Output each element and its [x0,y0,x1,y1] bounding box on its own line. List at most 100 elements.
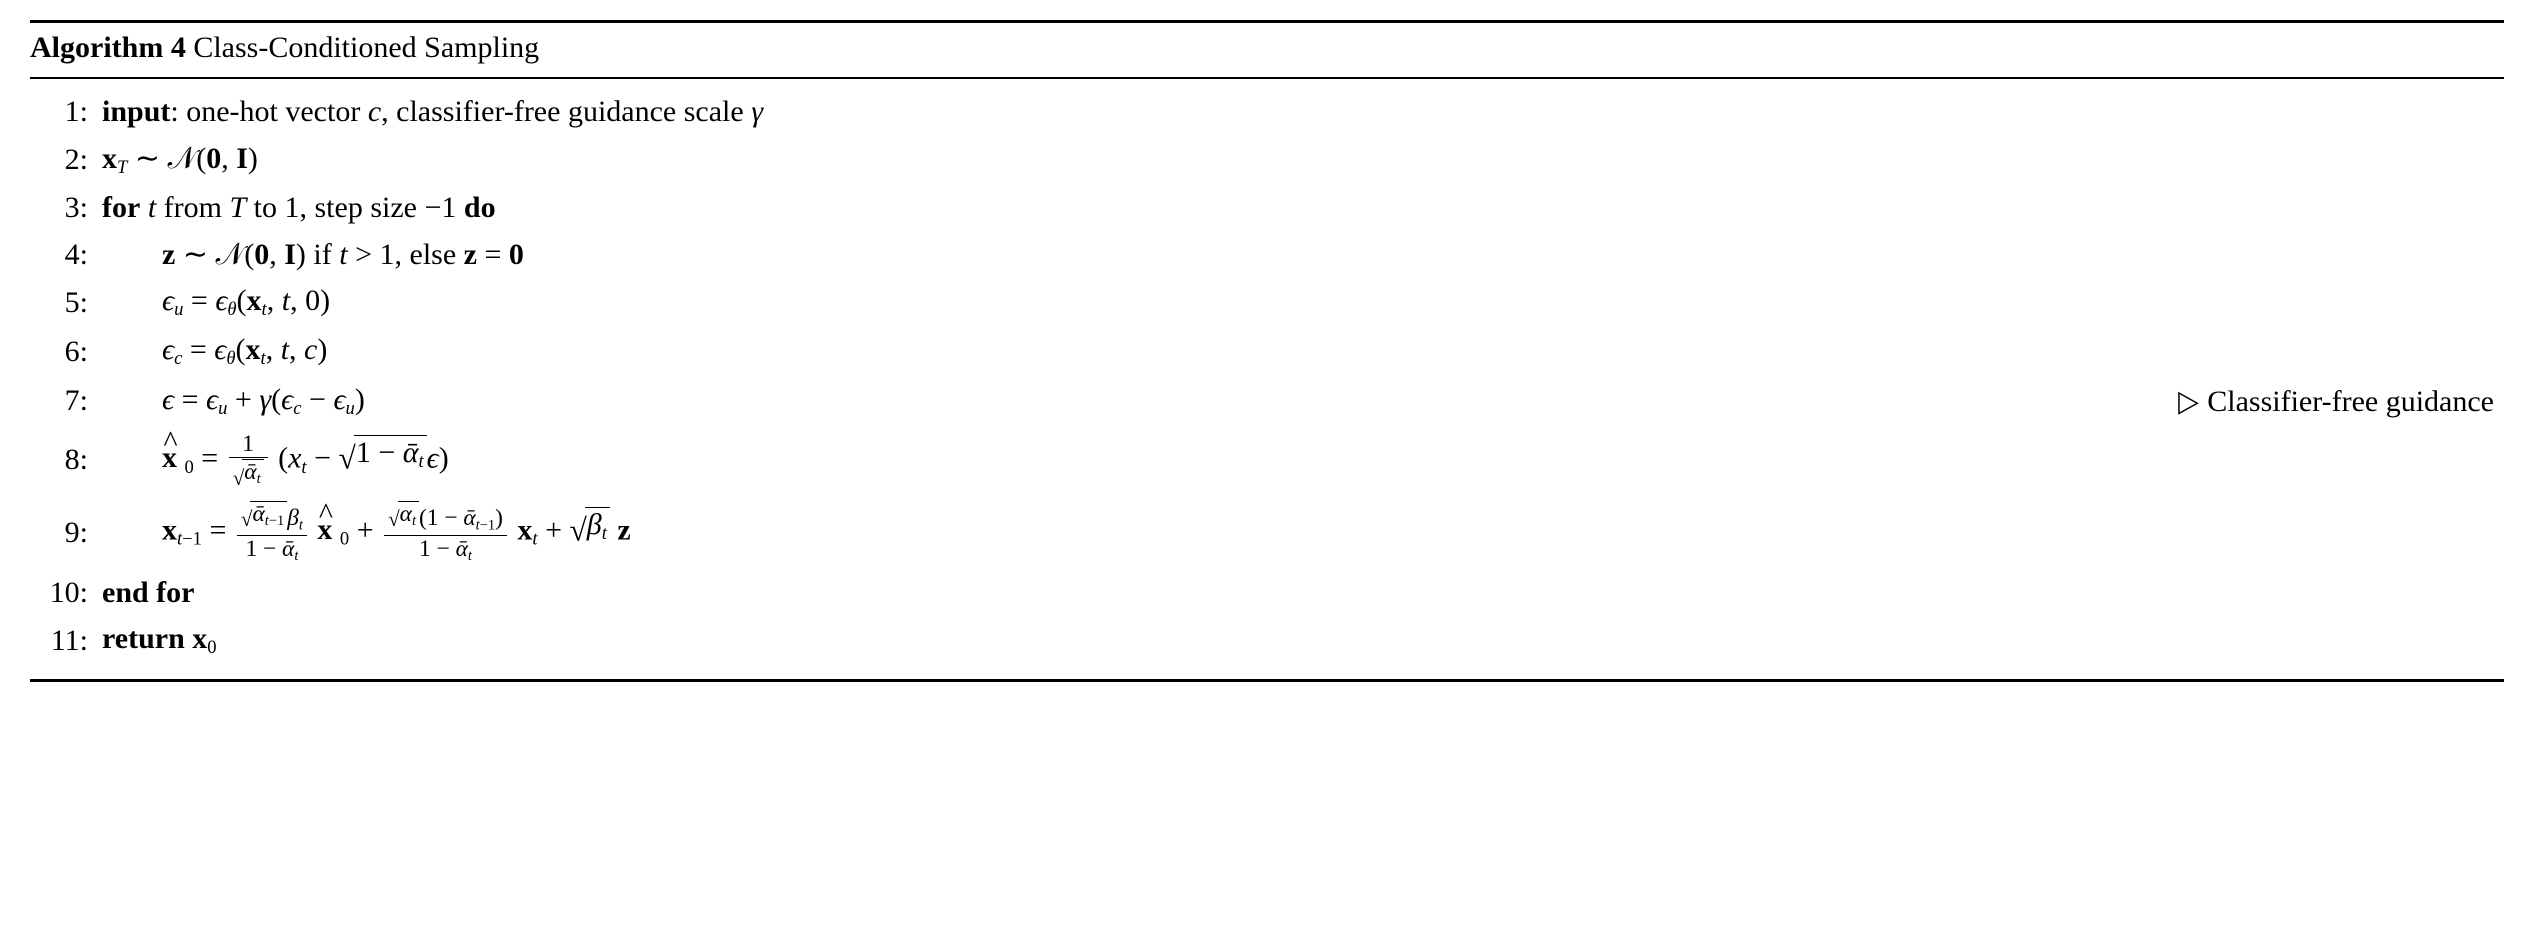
sym-N: 𝒩 [167,142,196,175]
hat-icon: ^ [164,425,178,459]
sym-x: x [102,142,117,175]
algo-line: 7: ϵ = ϵu + γ(ϵc − ϵu) ▷ Classifier-free… [30,377,2504,426]
line-content: for t from T to 1, step size −1 do [94,185,1712,231]
line-content: xT ∼ 𝒩(0, I) [94,135,1712,185]
sym-T: T [229,191,246,224]
sym-t: t [281,333,289,366]
kw-return: return [102,622,185,655]
sym-I: I [236,142,248,175]
line-content: end for [94,570,1712,616]
sub-t: t [257,471,261,487]
rule-top [30,20,2504,23]
sym-z: z [162,238,175,271]
sym-gamma: γ [751,95,763,128]
line-right [1712,278,2504,327]
line-content: ϵc = ϵθ(xt, t, c) [94,327,1712,376]
line-content: ϵu = ϵθ(xt, t, 0) [94,278,1712,327]
sym-alphabar: ᾱ [244,459,256,485]
line-number: 8: [30,426,94,495]
sub-t: t [412,513,416,529]
sym-zero: 0 [254,238,269,271]
sym-eps: ϵ [215,284,227,317]
sub-T: T [117,157,127,178]
sym-xit: x [288,441,301,474]
kw-for: for [102,191,140,224]
sym-I: I [284,238,296,271]
sub-t: t [418,451,423,472]
sym-t: t [282,284,290,317]
algo-line: 9: xt−1 = √ᾱt−1βt 1 − ᾱt ^ x 0 + [30,495,2504,570]
sym-sim: ∼ [135,142,160,175]
sym-eps: ϵ [281,383,293,416]
line-number: 1: [30,89,94,135]
sub-theta: θ [227,299,236,320]
rule-mid [30,77,2504,79]
line-right [1712,570,2504,616]
sym-x: x [247,284,262,317]
kw-do: do [464,191,496,224]
line-content: ^ x 0 = 1 √ᾱt (xt − √1 − ᾱtϵ) [94,426,1712,495]
sym-x: x [246,333,261,366]
sub-t: t [301,457,306,478]
sub-t: t [602,523,607,544]
sym-alphabar: ᾱ [456,536,468,562]
sym-alphabar: ᾱ [403,436,419,469]
sym-beta: β [587,508,602,541]
sym-beta: β [287,505,299,531]
algo-line: 11: return x0 [30,616,2504,665]
sym-eps: ϵ [162,383,174,416]
sym-zero: 0 [206,142,221,175]
sym-gamma: γ [259,383,271,416]
line-content: input: one-hot vector c, classifier-free… [94,89,1712,135]
algorithm-lines: 1: input: one-hot vector c, classifier-f… [30,89,2504,665]
sym-eps: ϵ [162,333,174,366]
text: , classifier-free guidance scale [381,95,751,128]
sym-c: c [304,333,317,366]
line-comment: ▷ Classifier-free guidance [1712,377,2504,426]
text: : one-hot vector [170,95,367,128]
sym-x: x [517,513,532,546]
hat-icon: ^ [319,497,333,531]
sub-t: t [299,517,303,533]
sym-alphabar: ᾱ [282,536,294,562]
line-right [1712,616,2504,665]
line-content: return x0 [94,616,1712,665]
line-right [1712,327,2504,376]
line-content: xt−1 = √ᾱt−1βt 1 − ᾱt ^ x 0 + [94,495,1712,570]
algorithm-title-row: Algorithm 4 Class-Conditioned Sampling [30,27,2504,71]
sub-u: u [174,299,183,320]
line-number: 2: [30,135,94,185]
line-right [1712,426,2504,495]
line-right [1712,89,2504,135]
algo-line: 2: xT ∼ 𝒩(0, I) [30,135,2504,185]
sub-u: u [218,398,227,419]
text: from [156,191,229,224]
sym-sim: ∼ [183,238,208,271]
sym-eps: ϵ [214,333,226,366]
text: > 1, [348,238,410,271]
algo-line: 6: ϵc = ϵθ(xt, t, c) [30,327,2504,376]
sym-t: t [148,191,156,224]
sym-c: c [368,95,381,128]
sub-c: c [293,398,301,419]
kw-input: input [102,95,170,128]
line-number: 6: [30,327,94,376]
kw-if: if [313,238,331,271]
line-number: 11: [30,616,94,665]
sym-x: x [192,622,207,655]
sub-c: c [174,349,182,370]
algorithm-number: Algorithm 4 [30,31,186,64]
sym-alphabar: ᾱ [252,501,264,527]
text: to 1, step size −1 [246,191,464,224]
algo-line: 4: z ∼ 𝒩(0, I) if t > 1, else z = 0 [30,231,2504,278]
fraction: √αt(1 − ᾱt−1) 1 − ᾱt [384,501,507,564]
line-content: z ∼ 𝒩(0, I) if t > 1, else z = 0 [94,231,1712,278]
line-right [1712,135,2504,185]
sym-alphabar: ᾱ [463,505,475,531]
kw-endfor: end for [102,576,195,609]
line-number: 10: [30,570,94,616]
line-number: 5: [30,278,94,327]
line-number: 3: [30,185,94,231]
sym-eps: ϵ [162,284,174,317]
algorithm-title: Class-Conditioned Sampling [193,31,539,64]
